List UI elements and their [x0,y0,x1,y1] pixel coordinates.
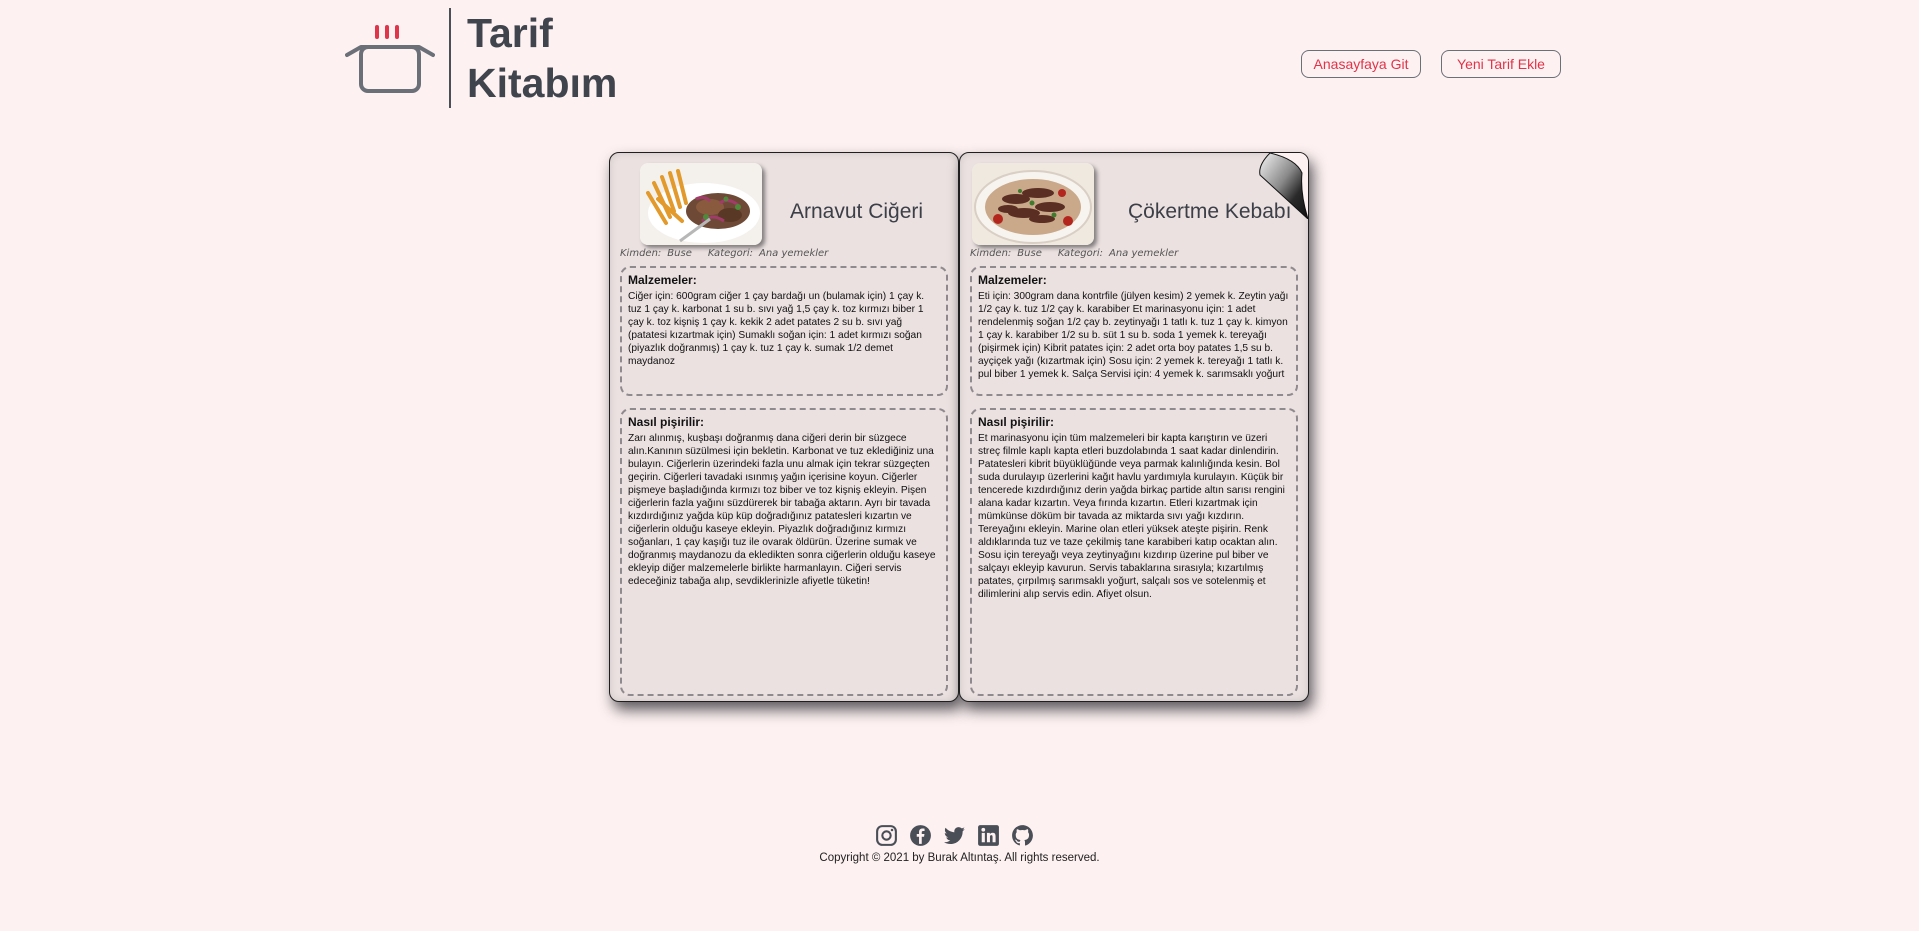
logo[interactable]: Tarif Kitabım [345,8,617,108]
author-name: Buse [1017,248,1042,259]
page-curl-icon[interactable] [1256,153,1308,220]
recipe-page-right: Çökertme Kebabı Kimden: Buse Kategori: Ana … [959,152,1309,702]
twitter-icon[interactable] [942,823,967,848]
method-text: Et marinasyonu için tüm malzemeleri bir … [978,433,1285,600]
recipe-book: Arnavut Ciğeri Kimden: Buse Kategori: Ana y… [609,152,1309,702]
ingredients-heading: Malzemeler: [978,273,1047,287]
method-box: Nasıl pişirilir: Zarı alınmış, kuşbaşı d… [620,408,948,696]
method-text: Zarı alınmış, kuşbaşı doğranmış dana ciğ… [628,433,936,587]
ingredients-heading: Malzemeler: [628,273,697,287]
brand-name: Tarif Kitabım [467,8,617,108]
ingredients-box: Malzemeler: Eti için: 300gram dana kontr… [970,266,1298,396]
recipe-meta: Kimden: Buse Kategori: Ana yemekler [620,248,834,259]
github-icon[interactable] [1010,823,1035,848]
linkedin-icon[interactable] [976,823,1001,848]
recipe-meta: Kimden: Buse Kategori: Ana yemekler [970,248,1184,259]
add-recipe-button[interactable]: Yeni Tarif Ekle [1441,50,1561,78]
category-name: Ana yemekler [759,248,829,259]
brand-line-1: Tarif [467,10,553,56]
cooking-pot-icon [345,13,435,103]
method-heading: Nasıl pişirilir: [628,415,705,429]
facebook-icon[interactable] [908,823,933,848]
instagram-icon[interactable] [874,823,899,848]
author-label: Kimden: [620,248,662,259]
recipe-title[interactable]: Arnavut Ciğeri [790,200,923,224]
ingredients-text: Eti için: 300gram dana kontrfile (jülyen… [978,291,1289,380]
social-links [874,823,1035,848]
copyright-text: Copyright © 2021 by Burak Altıntaş. All … [819,852,1100,864]
author-name: Buse [667,248,692,259]
author-label: Kimden: [970,248,1012,259]
method-box: Nasıl pişirilir: Et marinasyonu için tüm… [970,408,1298,696]
home-button[interactable]: Anasayfaya Git [1301,50,1421,78]
recipe-image [972,163,1094,245]
brand-line-2: Kitabım [467,60,618,106]
ingredients-box: Malzemeler: Ciğer için: 600gram ciğer 1 … [620,266,948,396]
category-label: Kategori: [1057,248,1103,259]
recipe-image [640,163,762,245]
category-name: Ana yemekler [1109,248,1179,259]
method-heading: Nasıl pişirilir: [978,415,1055,429]
header: Tarif Kitabım Anasayfaya Git Yeni Tarif … [0,0,1919,120]
recipe-page-left: Arnavut Ciğeri Kimden: Buse Kategori: Ana y… [609,152,959,702]
logo-divider [449,8,451,108]
ingredients-text: Ciğer için: 600gram ciğer 1 çay bardağı … [628,291,925,367]
category-label: Kategori: [707,248,753,259]
